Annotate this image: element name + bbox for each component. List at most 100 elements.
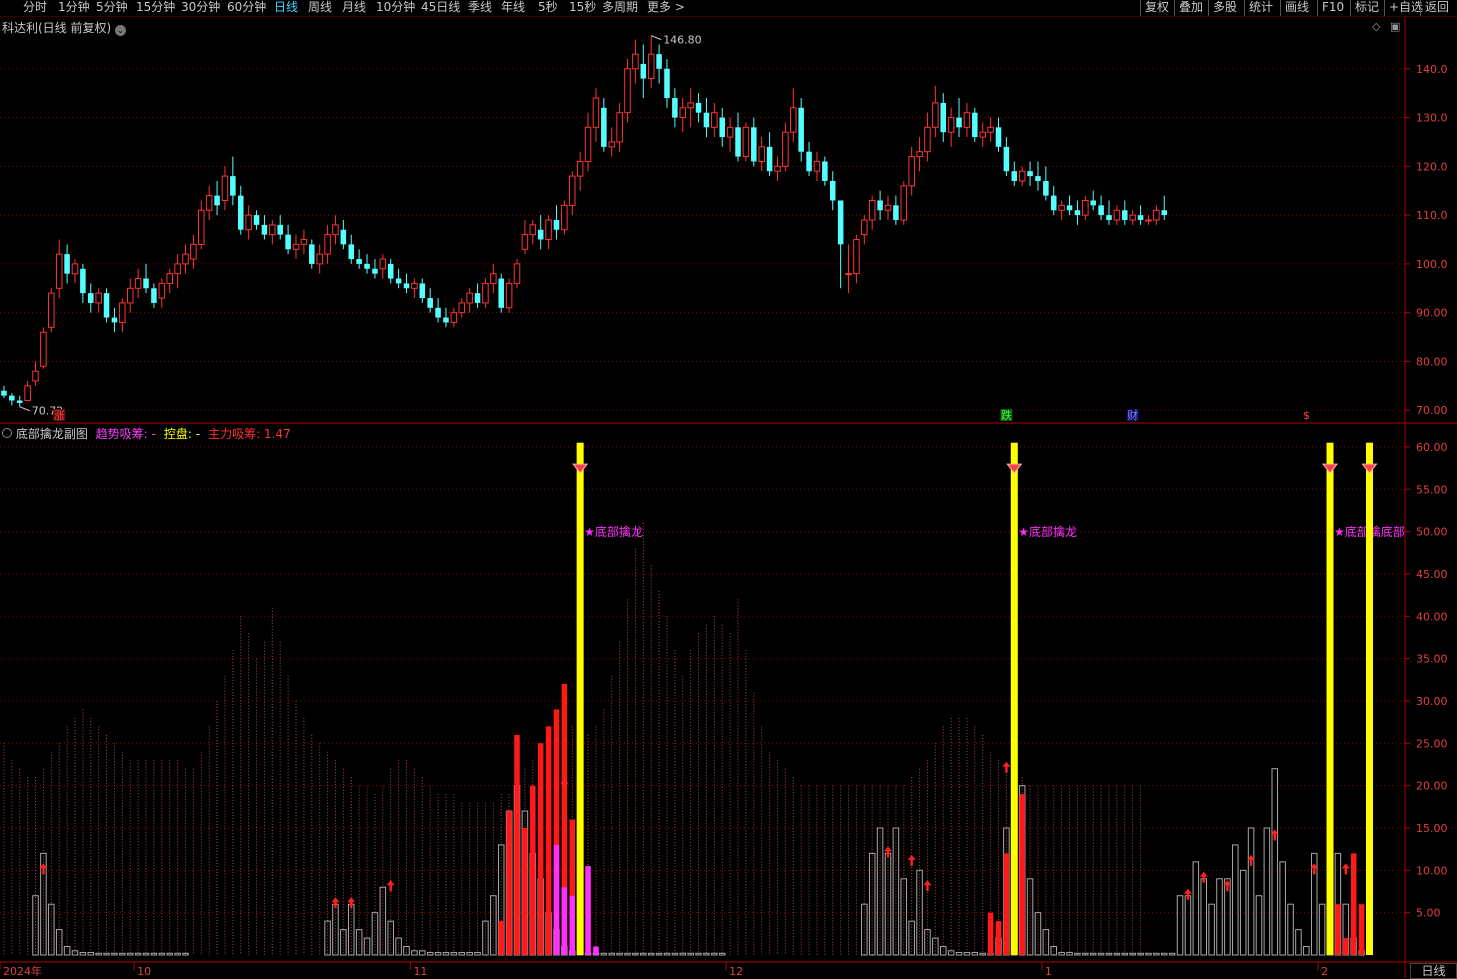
white-bar — [340, 929, 347, 956]
white-bar — [347, 903, 355, 956]
white-bar — [900, 878, 908, 956]
chevron-down-icon[interactable]: ⌄ — [115, 25, 127, 36]
candle-body — [1106, 215, 1112, 220]
up-arrow-icon — [386, 880, 395, 892]
sub-y-tick-label: 35.00 — [1416, 653, 1448, 666]
candle-body — [411, 282, 418, 289]
candle-body — [237, 195, 244, 230]
main-y-tick-label: 90.00 — [1416, 307, 1448, 320]
candle-body — [806, 151, 812, 172]
sub-y-tick-label: 10.00 — [1416, 864, 1448, 877]
x-tick-label: 11 — [413, 965, 427, 978]
white-bar — [679, 952, 687, 956]
white-bar — [79, 951, 87, 956]
candle-body — [134, 278, 142, 289]
candle-body — [316, 253, 323, 265]
candle-body — [356, 259, 362, 264]
candle-body — [529, 224, 537, 236]
candle-body — [829, 180, 836, 201]
candle-body — [1050, 195, 1057, 211]
white-bar — [1263, 827, 1271, 956]
candle-body — [1018, 170, 1026, 182]
magenta-bar — [561, 887, 568, 955]
candle-body — [158, 282, 166, 299]
candle-body — [198, 209, 205, 245]
candle-body — [379, 258, 387, 270]
candle-body — [695, 102, 702, 113]
x-tick-label: 12 — [729, 965, 743, 978]
candle-body — [853, 239, 860, 275]
sub-y-tick-label: 15.00 — [1416, 822, 1448, 835]
candle-body — [309, 244, 315, 264]
gear-icon[interactable] — [2, 428, 12, 438]
candle-body — [1, 390, 7, 396]
candle-body — [1043, 180, 1049, 196]
sub-y-tick-label: 60.00 — [1416, 441, 1448, 454]
candle-body — [1145, 219, 1152, 222]
candle-body — [88, 293, 94, 303]
candle-body — [900, 185, 908, 221]
candle-body — [924, 126, 931, 153]
candle-body — [214, 195, 220, 206]
candle-body — [751, 127, 757, 162]
period-label[interactable]: 日线 — [1410, 963, 1457, 979]
white-bar — [474, 951, 481, 956]
main-y-tick-label: 130.0 — [1416, 112, 1448, 125]
white-bar — [87, 951, 95, 956]
candle-body — [230, 176, 236, 196]
candle-body — [1098, 205, 1104, 216]
sub-legend: 趋势吸筹: - 控盘: - 主力吸筹: 1.47 — [96, 427, 299, 441]
white-bar — [1192, 861, 1200, 956]
white-bar — [1160, 952, 1168, 956]
white-bar — [1034, 912, 1042, 956]
white-bar — [703, 952, 710, 956]
candle-body — [174, 263, 181, 275]
candle-body — [285, 234, 291, 250]
event-badge: 涨 — [54, 409, 65, 422]
red-bar — [1343, 938, 1349, 955]
magenta-bar — [553, 844, 560, 955]
candle-body — [32, 370, 39, 382]
red-bar — [514, 734, 520, 955]
event-badge: 跌 — [1001, 408, 1012, 422]
candle-body — [576, 160, 584, 177]
candle-body — [687, 102, 694, 109]
candle-body — [766, 146, 773, 172]
candle-body — [55, 253, 63, 289]
candle-body — [182, 253, 189, 265]
white-bar — [142, 952, 150, 956]
candle-body — [790, 107, 797, 133]
legend-item-0: 趋势吸筹: - — [95, 427, 156, 441]
red-bar — [506, 811, 512, 955]
white-bar — [150, 952, 158, 956]
candle-body — [837, 200, 844, 245]
white-bar — [174, 952, 181, 956]
candle-body — [672, 98, 678, 118]
white-bar — [1200, 878, 1207, 956]
restore-icon[interactable]: ▣ — [1390, 20, 1400, 33]
white-bar — [1153, 952, 1160, 956]
candle-body — [1066, 205, 1073, 211]
candle-body — [758, 146, 765, 162]
white-bar — [182, 952, 189, 956]
diamond-icon[interactable]: ◇ — [1372, 20, 1380, 33]
candle-body — [601, 107, 607, 147]
high-label: 146.80 — [663, 34, 702, 47]
white-bar — [939, 946, 947, 956]
white-bar — [1303, 946, 1310, 956]
candle-body — [798, 107, 804, 152]
white-bar — [1271, 768, 1279, 956]
main-y-tick-label: 120.0 — [1416, 160, 1448, 173]
candle-body — [1153, 209, 1160, 221]
candle-body — [972, 112, 978, 138]
candle-body — [143, 278, 149, 289]
white-bar — [1184, 895, 1192, 956]
candle-body — [277, 224, 283, 235]
candle-body — [71, 263, 79, 275]
magenta-bar — [585, 866, 591, 955]
diamond-icon — [1006, 463, 1023, 474]
candle-body — [1137, 215, 1144, 220]
candle-body — [403, 283, 410, 289]
red-bar — [537, 743, 544, 955]
candle-body — [111, 317, 118, 323]
